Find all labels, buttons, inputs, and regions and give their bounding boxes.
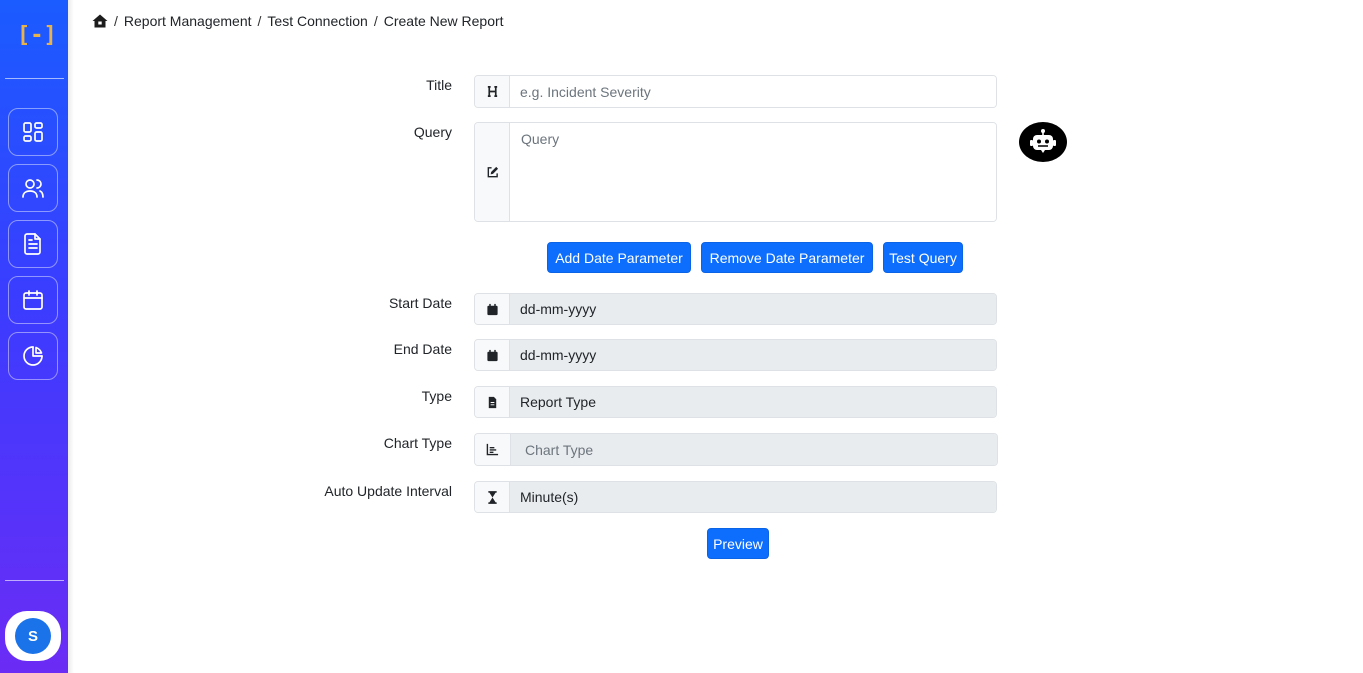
sidebar: [-] S [0, 0, 68, 673]
home-icon[interactable] [92, 14, 108, 28]
end-date-input[interactable]: dd-mm-yyyy [510, 340, 996, 370]
breadcrumb-separator: / [114, 13, 118, 29]
start-date-field: dd-mm-yyyy [474, 293, 997, 325]
breadcrumb-separator: / [373, 13, 378, 29]
sidebar-item-reports[interactable] [8, 220, 58, 268]
title-label: Title [426, 77, 452, 93]
start-date-input[interactable]: dd-mm-yyyy [510, 294, 996, 324]
avatar-container: S [5, 611, 61, 661]
title-field [474, 75, 997, 108]
app-logo[interactable]: [-] [17, 24, 57, 48]
preview-button[interactable]: Preview [707, 528, 769, 559]
breadcrumb-separator: / [257, 13, 262, 29]
breadcrumb-test-connection[interactable]: Test Connection [267, 13, 367, 29]
users-icon [22, 179, 44, 198]
end-date-field: dd-mm-yyyy [474, 339, 997, 371]
heading-icon [475, 76, 510, 107]
dashboard-grid-icon [23, 122, 43, 142]
sidebar-item-calendar[interactable] [8, 276, 58, 324]
test-query-button[interactable]: Test Query [883, 242, 963, 273]
start-date-label: Start Date [388, 295, 452, 311]
sidebar-divider [5, 78, 64, 79]
auto-update-interval-label: Auto Update Interval [324, 483, 452, 499]
add-date-parameter-button[interactable]: Add Date Parameter [547, 242, 691, 273]
sidebar-item-dashboard[interactable] [8, 108, 58, 156]
breadcrumb: / Report Management / Test Connection / … [92, 12, 504, 30]
sidebar-shadow [68, 0, 74, 673]
type-label: Type [421, 388, 452, 404]
remove-date-parameter-button[interactable]: Remove Date Parameter [701, 242, 873, 273]
query-field [474, 122, 997, 222]
chart-type-select[interactable]: Chart Type [511, 434, 997, 465]
calendar-icon [475, 340, 510, 370]
title-input[interactable] [520, 83, 986, 100]
edit-icon [475, 123, 510, 221]
chart-type-field: Chart Type [474, 433, 998, 466]
end-date-label: End Date [393, 341, 452, 357]
sidebar-item-users[interactable] [8, 164, 58, 212]
calendar-icon [23, 290, 43, 310]
sidebar-divider-bottom [5, 580, 64, 581]
calendar-icon [475, 294, 510, 324]
breadcrumb-report-management[interactable]: Report Management [124, 13, 252, 29]
sidebar-item-analytics[interactable] [8, 332, 58, 380]
query-label: Query [413, 124, 452, 140]
auto-update-interval-select[interactable]: Minute(s) [510, 482, 996, 512]
chart-icon [475, 434, 511, 465]
type-field: Report Type [474, 386, 997, 418]
report-type-select[interactable]: Report Type [510, 387, 996, 417]
breadcrumb-create-new-report: Create New Report [383, 13, 504, 29]
robot-icon [1030, 129, 1056, 153]
auto-update-interval-field: Minute(s) [474, 481, 997, 513]
avatar[interactable]: S [15, 618, 51, 654]
pie-chart-icon [23, 346, 43, 366]
hourglass-icon [475, 482, 510, 512]
document-icon [24, 233, 41, 255]
file-icon [475, 387, 510, 417]
query-textarea[interactable] [510, 123, 996, 221]
chart-type-label: Chart Type [383, 435, 452, 451]
assistant-bot-button[interactable] [1019, 122, 1067, 162]
